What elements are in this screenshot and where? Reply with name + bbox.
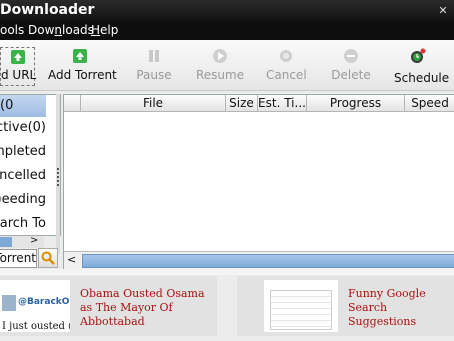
- avatar: [2, 295, 16, 311]
- category-search-torrents[interactable]: earch To: [0, 213, 46, 235]
- search-icon: [41, 251, 55, 265]
- menu-help[interactable]: Help: [91, 23, 118, 37]
- search-button[interactable]: [38, 248, 58, 268]
- pause-button[interactable]: Pause: [132, 40, 176, 90]
- pause-icon: [149, 50, 159, 62]
- menu-downloads-post: loads: [62, 23, 94, 37]
- resume-button[interactable]: Resume: [196, 40, 244, 90]
- column-speed[interactable]: Speed: [405, 95, 454, 111]
- add-torrent-button[interactable]: Add Torrent: [48, 40, 117, 90]
- ad-title-right[interactable]: Funny Google Search Suggestions: [348, 287, 454, 329]
- add-url-icon: [10, 50, 25, 64]
- table-header: File Size Est. Ti... Progress Speed: [64, 95, 454, 112]
- delete-label: Delete: [331, 68, 371, 82]
- ad-banner-right[interactable]: Funny Google Search Suggestions: [237, 276, 454, 336]
- cancel-icon: [280, 50, 292, 62]
- schedule-button[interactable]: Schedule: [394, 40, 450, 90]
- resume-label: Resume: [196, 68, 245, 82]
- tweet-handle: @BarackObama: [18, 297, 70, 307]
- category-active[interactable]: Active(0): [0, 117, 46, 139]
- menu-bar: ools Downloads Help: [0, 22, 454, 40]
- category-all[interactable]: 0): [0, 95, 46, 117]
- cancel-label: Cancel: [266, 68, 307, 82]
- category-cancelled[interactable]: Cancelled: [0, 165, 46, 187]
- downloads-table[interactable]: File Size Est. Ti... Progress Speed <: [63, 94, 454, 270]
- category-completed[interactable]: Completed: [0, 141, 46, 163]
- scroll-left-icon[interactable]: <: [67, 253, 76, 266]
- menu-downloads-pre: Dow: [28, 23, 55, 37]
- tweet-text: I just ousted @O: [2, 321, 70, 332]
- torrent-search-input[interactable]: Torrent: [0, 249, 37, 268]
- ad-thumbnail-tweet: @BarackObama I just ousted @O: [0, 280, 70, 332]
- cancel-button[interactable]: Cancel: [266, 40, 307, 90]
- column-est-time[interactable]: Est. Ti...: [258, 95, 307, 111]
- search-suggestions-image: [270, 290, 332, 330]
- delete-icon: [344, 49, 358, 63]
- category-hscrollbar[interactable]: >: [0, 235, 44, 248]
- close-icon[interactable]: ✕: [436, 4, 450, 18]
- category-panel: 0) Active(0) Completed Cancelled eeding(…: [0, 94, 61, 236]
- ad-title-left[interactable]: Obama Ousted Osama as The Mayor Of Abbot…: [80, 287, 212, 329]
- add-url-button[interactable]: d URL: [0, 47, 37, 86]
- scroll-right-icon[interactable]: >: [30, 235, 38, 246]
- splitter-grip-icon[interactable]: [57, 168, 61, 186]
- ad-divider: [0, 269, 454, 275]
- column-progress[interactable]: Progress: [307, 95, 405, 111]
- title-bar: Downloader ✕: [0, 0, 454, 22]
- schedule-label: Schedule: [394, 71, 450, 85]
- column-size[interactable]: Size: [226, 95, 258, 111]
- category-hscroll-thumb[interactable]: [0, 237, 12, 247]
- menu-help-accel: H: [91, 23, 101, 37]
- category-seeding[interactable]: eeding(: [0, 189, 46, 211]
- menu-help-post: elp: [100, 23, 119, 37]
- column-file[interactable]: File: [81, 95, 226, 111]
- add-torrent-icon: [73, 49, 87, 63]
- delete-button[interactable]: Delete: [331, 40, 371, 90]
- window-title: Downloader: [0, 2, 95, 18]
- toolbar: d URL Add Torrent Pause Resume Cancel De…: [0, 40, 454, 91]
- menu-downloads-accel: n: [54, 23, 63, 37]
- menu-downloads[interactable]: Downloads: [28, 23, 94, 37]
- menu-tools[interactable]: ools: [0, 23, 24, 37]
- table-hscrollbar[interactable]: <: [64, 251, 454, 269]
- add-url-label: d URL: [1, 68, 37, 82]
- add-torrent-label: Add Torrent: [48, 68, 117, 82]
- table-hscroll-thumb[interactable]: [82, 254, 454, 268]
- schedule-icon: [411, 48, 426, 63]
- ad-thumbnail-search: [264, 280, 338, 332]
- ad-banner-left[interactable]: @BarackObama I just ousted @O Obama Oust…: [0, 276, 217, 336]
- pause-label: Pause: [136, 68, 172, 82]
- column-blank[interactable]: [64, 95, 81, 111]
- resume-icon: [213, 49, 227, 63]
